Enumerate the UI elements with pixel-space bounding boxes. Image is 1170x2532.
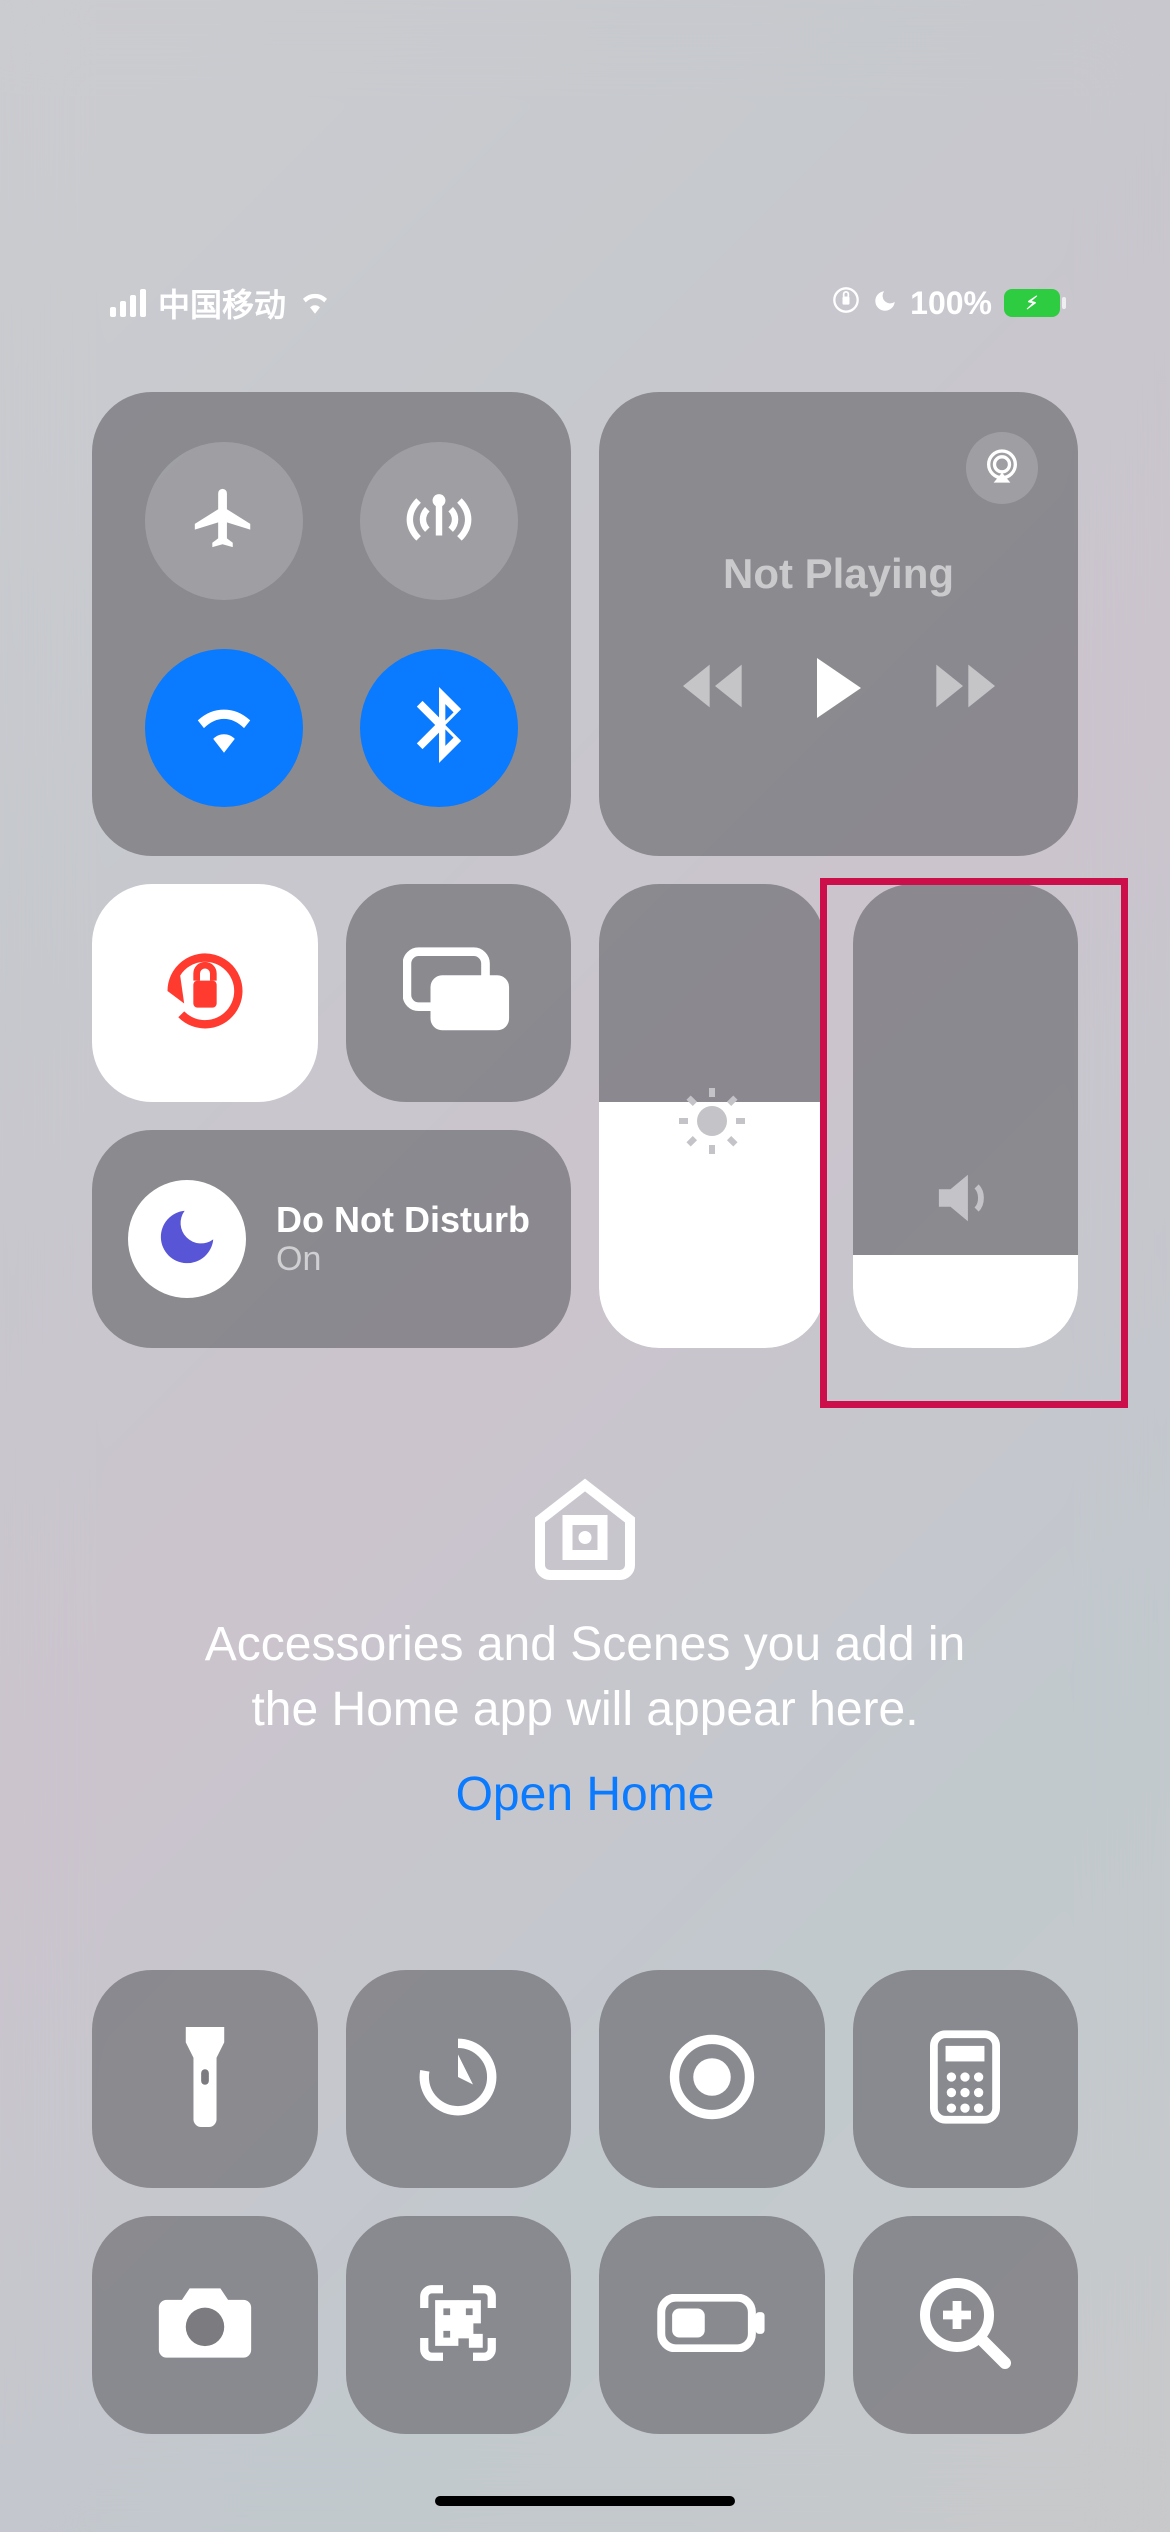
flashlight-icon (177, 2027, 233, 2132)
sun-icon (676, 1085, 748, 1162)
home-message-line2: the Home app will appear here. (92, 1678, 1078, 1743)
play-button[interactable] (817, 658, 861, 718)
dnd-text: Do Not Disturb On (276, 1199, 530, 1279)
camera-button[interactable] (92, 2216, 318, 2434)
airplane-icon (189, 483, 259, 558)
moon-icon-circle (128, 1180, 246, 1298)
wifi-status-icon (298, 285, 332, 322)
control-center: 中国移动 100% ⚡︎ (0, 0, 1170, 2532)
volume-slider[interactable] (853, 884, 1079, 1348)
control-center-grid: Not Playing (92, 392, 1078, 1348)
bluetooth-icon (414, 687, 464, 768)
screen-record-button[interactable] (599, 1970, 825, 2188)
orientation-lock-icon (155, 941, 255, 1046)
screen-record-icon (667, 2032, 757, 2127)
shortcuts-grid (92, 1970, 1078, 2434)
airplay-icon (982, 446, 1022, 491)
flashlight-button[interactable] (92, 1970, 318, 2188)
moon-icon (152, 1202, 222, 1277)
now-playing-title: Not Playing (723, 550, 954, 598)
timer-icon (413, 2032, 503, 2127)
calculator-icon (930, 2030, 1000, 2129)
status-right: 100% ⚡︎ (832, 285, 1060, 322)
cellular-data-button[interactable] (360, 442, 518, 600)
volume-fill (853, 1255, 1079, 1348)
screen-mirroring-button[interactable] (346, 884, 572, 1102)
cellular-signal-icon (110, 289, 146, 317)
rewind-button[interactable] (683, 663, 747, 714)
magnifier-button[interactable] (853, 2216, 1079, 2434)
bluetooth-button[interactable] (360, 649, 518, 807)
connectivity-module[interactable] (92, 392, 571, 856)
cellular-data-icon (404, 483, 474, 558)
low-power-button[interactable] (599, 2216, 825, 2434)
screen-mirroring-icon (403, 947, 513, 1040)
carrier-label: 中国移动 (158, 280, 286, 326)
home-message-line1: Accessories and Scenes you add in (92, 1613, 1078, 1678)
qr-scan-icon (413, 2278, 503, 2373)
qr-scan-button[interactable] (346, 2216, 572, 2434)
status-left: 中国移动 (110, 280, 332, 326)
wifi-button[interactable] (145, 649, 303, 807)
dnd-state: On (276, 1240, 530, 1279)
media-controls (683, 658, 995, 718)
brightness-slider[interactable] (599, 884, 825, 1348)
speaker-icon (929, 1169, 1001, 1232)
open-home-link[interactable]: Open Home (456, 1767, 715, 1822)
battery-percent-label: 100% (910, 285, 992, 322)
media-module[interactable]: Not Playing (599, 392, 1078, 856)
dnd-title: Do Not Disturb (276, 1199, 530, 1240)
do-not-disturb-button[interactable]: Do Not Disturb On (92, 1130, 571, 1348)
moon-status-icon (872, 285, 898, 322)
status-bar: 中国移动 100% ⚡︎ (0, 280, 1170, 326)
battery-icon: ⚡︎ (1004, 289, 1060, 317)
charging-bolt-icon: ⚡︎ (1026, 293, 1039, 314)
home-indicator[interactable] (435, 2496, 735, 2506)
timer-button[interactable] (346, 1970, 572, 2188)
magnifier-icon (917, 2275, 1013, 2376)
camera-icon (155, 2283, 255, 2368)
home-icon (525, 1470, 645, 1585)
orientation-lock-status-icon (832, 285, 860, 322)
home-module: Accessories and Scenes you add in the Ho… (92, 1470, 1078, 1822)
orientation-lock-button[interactable] (92, 884, 318, 1102)
airplay-button[interactable] (966, 432, 1038, 504)
airplane-mode-button[interactable] (145, 442, 303, 600)
forward-button[interactable] (931, 663, 995, 714)
wifi-icon (187, 697, 261, 758)
low-power-icon (657, 2294, 767, 2357)
calculator-button[interactable] (853, 1970, 1079, 2188)
